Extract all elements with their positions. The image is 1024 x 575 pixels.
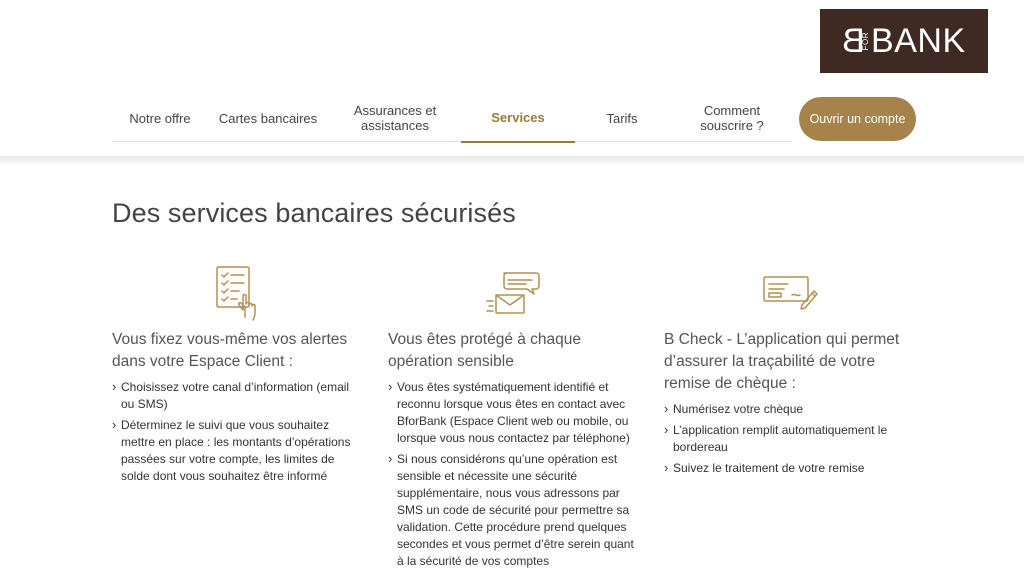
bcheck-list: Numérisez votre chèque L’application rem… — [664, 400, 914, 481]
page-title: Des services bancaires sécurisés — [112, 198, 516, 228]
list-item: Si nous considérons qu’une opération est… — [388, 450, 638, 570]
envelope-message-icon — [486, 272, 540, 314]
protection-list: Vous êtes systématiquement identifié et … — [388, 378, 638, 574]
protection-heading: Vous êtes protégé à chaque opération sen… — [388, 331, 582, 370]
logo-bank: BANK — [871, 22, 966, 60]
nav-item-services[interactable]: Services — [461, 94, 575, 143]
list-item: Vous êtes systématiquement identifié et … — [388, 378, 638, 447]
list-item: L’application remplit automatiquement le… — [664, 421, 914, 456]
checklist-hand-icon — [216, 266, 256, 321]
bforbank-logo[interactable]: B FOR BANK — [820, 9, 988, 73]
list-item: Déterminez le suivi que vous souhaitez m… — [112, 416, 362, 485]
alerts-list: Choisissez votre canal d’information (em… — [112, 378, 362, 489]
main-nav: Notre offre Cartes bancaires Assurances … — [112, 94, 792, 143]
nav-item-comment-souscrire[interactable]: Comment souscrire ? — [686, 94, 778, 142]
nav-item-notre-offre[interactable]: Notre offre — [118, 94, 202, 142]
list-item: Suivez le traitement de votre remise — [664, 459, 914, 477]
open-account-button[interactable]: Ouvrir un compte — [799, 97, 916, 141]
cheque-pen-icon — [763, 276, 818, 310]
header-shadow — [0, 156, 1024, 166]
nav-item-cartes-bancaires[interactable]: Cartes bancaires — [214, 94, 322, 142]
list-item: Choisissez votre canal d’information (em… — [112, 378, 362, 413]
logo-for: FOR — [861, 31, 871, 51]
list-item: Numérisez votre chèque — [664, 400, 914, 418]
logo-wordmark: B FOR BANK — [842, 22, 966, 60]
nav-item-tarifs[interactable]: Tarifs — [592, 94, 652, 142]
nav-item-assurances[interactable]: Assurances et assistances — [342, 94, 448, 142]
alerts-heading: Vous fixez vous-même vos alertes dans vo… — [112, 331, 348, 370]
bcheck-heading: B Check - L’application qui permet d’ass… — [664, 331, 900, 392]
